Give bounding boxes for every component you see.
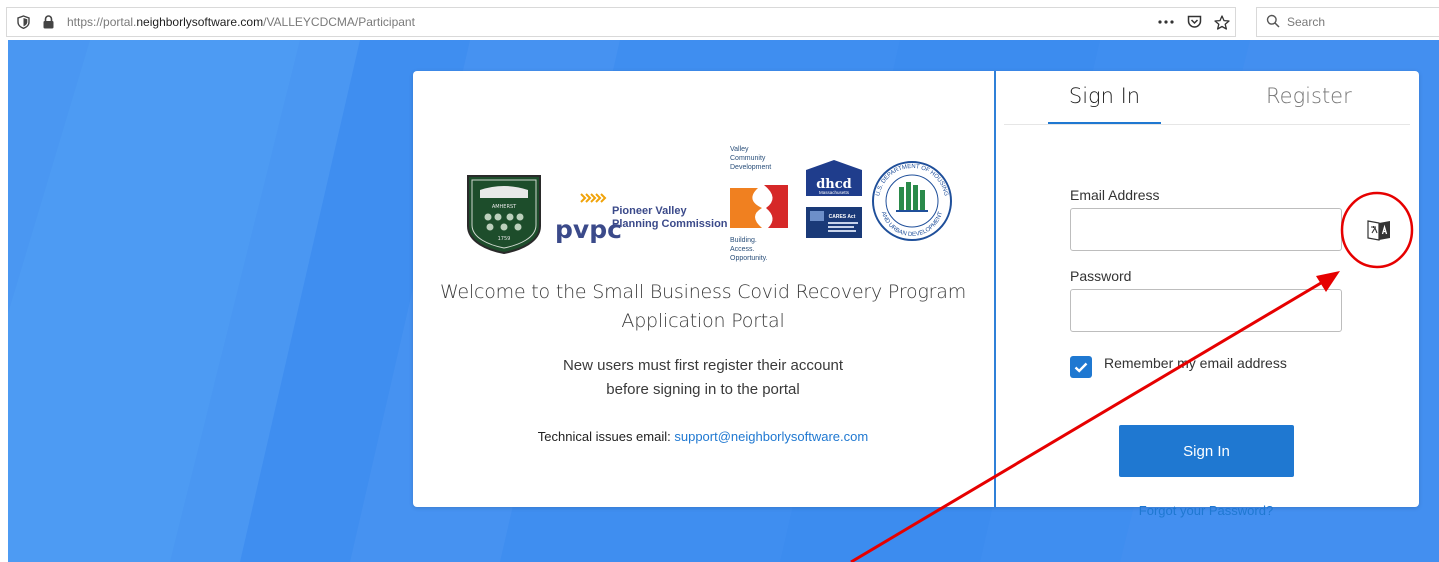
search-placeholder: Search	[1287, 15, 1326, 29]
valley-name-3: Development	[730, 164, 771, 171]
amherst-logo: AMHERST 1759	[467, 175, 541, 255]
dhcd-state: Massachusetts	[819, 190, 850, 195]
hud-seal-logo: U.S. DEPARTMENT OF HOUSING AND URBAN DEV…	[872, 161, 952, 241]
pocket-icon[interactable]	[1185, 8, 1203, 36]
tabs-underline-rule	[1004, 124, 1410, 125]
password-field[interactable]	[1070, 289, 1342, 332]
support-label: Technical issues email:	[537, 429, 671, 444]
support-line: Technical issues email: support@neighbor…	[413, 429, 993, 444]
sign-in-button[interactable]: Sign In	[1119, 425, 1294, 477]
checkmark-icon	[1074, 362, 1088, 373]
email-field[interactable]	[1070, 208, 1342, 251]
pvpc-name-line2: Planning Commission	[612, 218, 728, 230]
valley-name-2: Community	[730, 155, 766, 162]
welcome-line1: Welcome to the Small Business Covid Reco…	[439, 281, 967, 303]
tab-register[interactable]: Register	[1266, 84, 1352, 108]
valley-cdc-logo: Valley Community Development Building. A…	[730, 146, 788, 262]
valley-tagline-3: Opportunity.	[730, 255, 768, 262]
support-email-link[interactable]: support@neighborlysoftware.com	[674, 429, 868, 444]
search-icon	[1266, 14, 1280, 33]
valley-tagline-1: Building.	[730, 237, 757, 244]
forgot-password-link[interactable]: Forgot your Password?	[1070, 503, 1342, 518]
amherst-year: 1759	[498, 236, 511, 242]
more-icon[interactable]	[1157, 8, 1175, 36]
password-label: Password	[1070, 268, 1132, 284]
amherst-motto: AMHERST	[492, 204, 517, 210]
valley-tagline-2: Access.	[730, 246, 755, 253]
new-users-notice: New users must first register their acco…	[413, 354, 993, 402]
new-users-line1: New users must first register their acco…	[562, 357, 844, 374]
tab-sign-in[interactable]: Sign In	[1048, 84, 1161, 124]
partner-logos: AMHERST 1759 pvpc Pioneer Valley Plannin…	[467, 146, 952, 262]
remember-label[interactable]: Remember my email address	[1104, 355, 1287, 371]
welcome-heading: Welcome to the Small Business Covid Reco…	[413, 278, 993, 336]
welcome-line2: Application Portal	[621, 310, 785, 332]
bookmark-star-icon[interactable]	[1213, 8, 1231, 36]
pvpc-name-line1: Pioneer Valley	[612, 205, 687, 217]
remember-checkbox[interactable]	[1070, 356, 1092, 378]
pvpc-logo: pvpc Pioneer Valley Planning Commission	[555, 193, 728, 244]
translate-icon[interactable]	[1366, 218, 1392, 242]
valley-name-1: Valley	[730, 146, 749, 153]
dhcd-logo: dhcd Massachusetts	[806, 160, 862, 196]
new-users-line2: before signing in to the portal	[606, 381, 800, 398]
email-label: Email Address	[1070, 187, 1160, 203]
cares-act-logo: CARES Act	[806, 207, 862, 238]
cares-title: CARES Act	[829, 214, 856, 220]
page-actions	[1157, 8, 1231, 36]
search-bar[interactable]: Search	[1256, 7, 1439, 37]
